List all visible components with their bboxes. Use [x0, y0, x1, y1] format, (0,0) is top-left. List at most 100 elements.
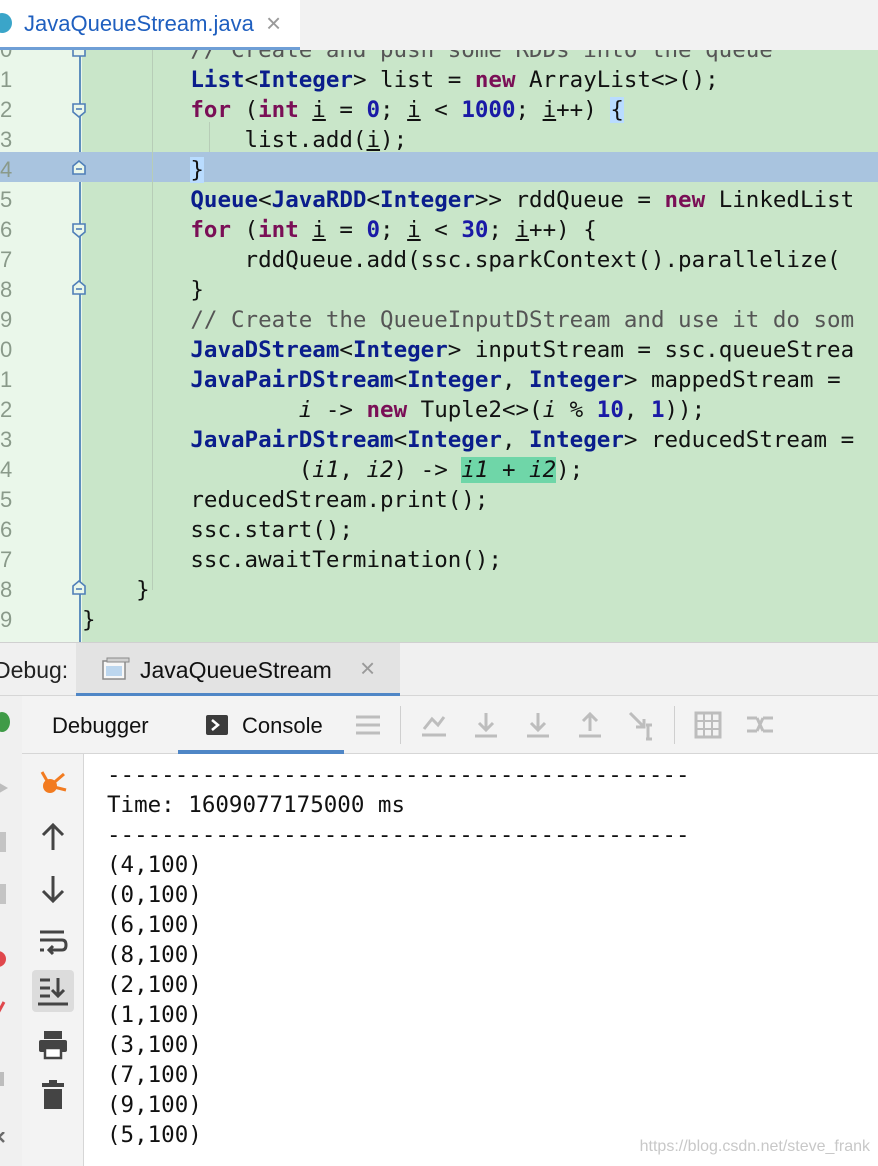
- toolbar-separator: [400, 706, 401, 744]
- arrow-up-icon[interactable]: [36, 820, 70, 854]
- tab-console-label: Console: [242, 713, 323, 738]
- resume-icon[interactable]: [0, 778, 12, 798]
- line-number: 2: [0, 97, 13, 122]
- code-line: // Create the QueueInputDStream and use …: [82, 307, 855, 333]
- code-area[interactable]: // Create and push some RDDs into the qu…: [82, 50, 878, 642]
- trash-icon[interactable]: [36, 1078, 70, 1112]
- arrow-down-icon[interactable]: [36, 872, 70, 906]
- line-number: 5: [0, 487, 13, 512]
- debug-label: Debug:: [0, 657, 69, 683]
- code-editor[interactable]: 0 1 2 3 4 5 6 7 8 9 0 1 2 3 4 5 6 7 8 9 …: [0, 50, 878, 642]
- console-line: (6,100): [107, 912, 202, 938]
- line-number: 9: [0, 607, 13, 632]
- line-number: 8: [0, 277, 13, 302]
- scroll-to-end-toggle[interactable]: [32, 970, 74, 1012]
- editor-tab-bar: JavaQueueStream.java ×: [0, 0, 878, 50]
- toolbar-separator: [674, 706, 675, 744]
- console-output[interactable]: ----------------------------------------…: [84, 754, 878, 1166]
- code-line: }: [82, 607, 96, 633]
- line-number: 3: [0, 427, 13, 452]
- close-tab-icon[interactable]: ×: [266, 8, 281, 39]
- soft-wrap-icon[interactable]: [36, 924, 70, 958]
- run-to-cursor-icon[interactable]: [626, 709, 658, 741]
- editor-tab-java-queue-stream[interactable]: JavaQueueStream.java ×: [0, 0, 300, 50]
- line-number: 6: [0, 517, 13, 542]
- code-line: (i1, i2) -> i1 + i2);: [82, 457, 584, 483]
- code-line: for (int i = 0; i < 30; i++) {: [190, 217, 597, 243]
- step-into-icon[interactable]: [522, 709, 554, 741]
- watermark: https://blog.csdn.net/steve_frank: [639, 1138, 870, 1155]
- pause-icon[interactable]: [0, 832, 10, 852]
- step-out-icon[interactable]: [574, 709, 606, 741]
- line-number: 9: [0, 307, 13, 332]
- line-number: 4: [0, 157, 13, 182]
- console-line: (3,100): [107, 1032, 202, 1058]
- print-icon[interactable]: [36, 1028, 70, 1062]
- menu-icon[interactable]: [352, 709, 384, 741]
- code-line: ssc.start();: [82, 517, 353, 543]
- code-line: }: [82, 277, 204, 303]
- console-side-toolbar: [22, 754, 84, 1166]
- spark-icon[interactable]: [36, 768, 70, 802]
- debug-session-tab[interactable]: JavaQueueStream ×: [76, 643, 400, 697]
- line-number: 7: [0, 247, 13, 272]
- console-line: (0,100): [107, 882, 202, 908]
- debug-session-title: JavaQueueStream: [140, 657, 332, 683]
- console-line: (1,100): [107, 1002, 202, 1028]
- console-line: ----------------------------------------…: [107, 822, 690, 848]
- java-class-icon: [0, 13, 12, 33]
- line-number: 0: [0, 337, 13, 362]
- line-number: 0: [0, 50, 12, 65]
- view-breakpoints-icon[interactable]: [0, 948, 10, 970]
- evaluate-expression-icon[interactable]: [692, 709, 724, 741]
- console-line: (2,100): [107, 972, 202, 998]
- close-session-icon[interactable]: ×: [360, 653, 375, 684]
- gutter-fold-line: [79, 50, 81, 642]
- step-over-icon[interactable]: [470, 709, 502, 741]
- pin-icon[interactable]: [0, 1132, 10, 1154]
- tab-debugger[interactable]: Debugger: [22, 696, 172, 754]
- scroll-to-end-icon: [38, 978, 68, 1006]
- console-line: ----------------------------------------…: [107, 762, 690, 788]
- editor-gutter: [0, 50, 82, 642]
- console-line: Time: 1609077175000 ms: [107, 792, 406, 818]
- code-line: JavaPairDStream<Integer, Integer> mapped…: [190, 367, 841, 393]
- code-line: }: [190, 157, 204, 183]
- code-line: JavaDStream<Integer> inputStream = ssc.q…: [190, 337, 855, 363]
- code-line: i -> new Tuple2<>(i % 10, 1));: [298, 397, 706, 423]
- console-line: (8,100): [107, 942, 202, 968]
- console-icon: [206, 715, 228, 735]
- mute-breakpoints-icon[interactable]: [0, 1000, 10, 1026]
- stop-icon[interactable]: [0, 884, 10, 904]
- code-line: Queue<JavaRDD<Integer>> rddQueue = new L…: [190, 187, 855, 213]
- line-number: 7: [0, 547, 13, 572]
- window-icon: [102, 657, 130, 680]
- editor-tab-title: JavaQueueStream.java: [24, 11, 254, 36]
- code-line: list.add(i);: [82, 127, 408, 153]
- console-line: (9,100): [107, 1092, 202, 1118]
- console-line: (5,100): [107, 1122, 202, 1148]
- code-line: for (int i = 0; i < 1000; i++) {: [190, 97, 624, 123]
- debugger-toolbar: Debugger Console: [22, 696, 878, 754]
- code-line: ssc.awaitTermination();: [82, 547, 502, 573]
- line-number: 1: [0, 367, 13, 392]
- code-line: reducedStream.print();: [82, 487, 489, 513]
- code-line: rddQueue.add(ssc.sparkContext().parallel…: [82, 247, 841, 273]
- line-number: 6: [0, 217, 13, 242]
- trace-current-stream-icon[interactable]: [744, 709, 776, 741]
- show-execution-point-icon[interactable]: [418, 709, 450, 741]
- bug-icon[interactable]: [0, 708, 14, 734]
- camera-icon[interactable]: [0, 1068, 10, 1090]
- tab-console[interactable]: Console: [178, 696, 344, 754]
- code-line: List<Integer> list = new ArrayList<>();: [190, 67, 719, 93]
- line-number: 1: [0, 67, 13, 92]
- line-number: 5: [0, 187, 13, 212]
- line-number: 4: [0, 457, 13, 482]
- code-line: JavaPairDStream<Integer, Integer> reduce…: [190, 427, 855, 453]
- line-number: 3: [0, 127, 13, 152]
- code-line: }: [82, 577, 150, 603]
- console-line: (4,100): [107, 852, 202, 878]
- code-line: // Create and push some RDDs into the qu…: [82, 50, 773, 63]
- line-number: 2: [0, 397, 13, 422]
- line-number: 8: [0, 577, 13, 602]
